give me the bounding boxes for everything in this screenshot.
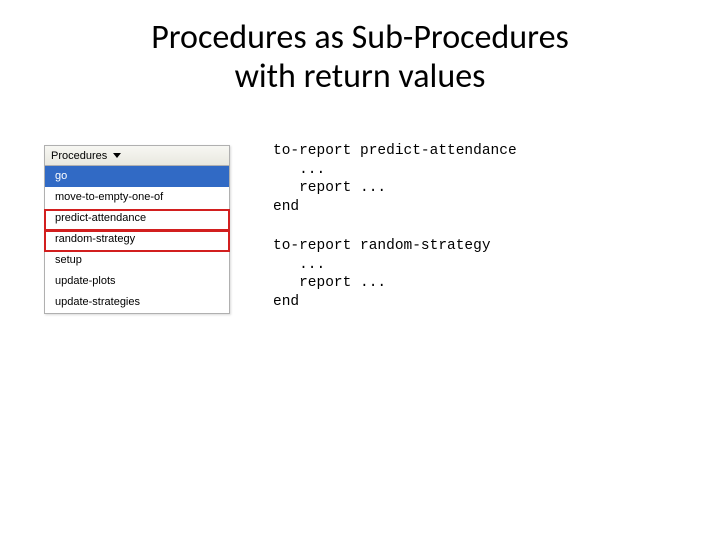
procedures-dropdown[interactable]: Procedures go move-to-empty-one-of predi… [44,145,230,314]
dropdown-item-predict-attendance[interactable]: predict-attendance [45,208,229,229]
dropdown-item-go[interactable]: go [45,166,229,187]
code-snippet-predict-attendance: to-report predict-attendance ... report … [273,142,517,216]
code-snippet-random-strategy: to-report random-strategy ... report ...… [273,237,491,311]
slide-content: Procedures go move-to-empty-one-of predi… [44,145,684,365]
title-line-1: Procedures as Sub-Procedures [151,17,569,58]
dropdown-item-random-strategy[interactable]: random-strategy [45,229,229,250]
dropdown-label: Procedures [51,150,107,162]
chevron-down-icon [113,153,121,158]
dropdown-item-update-strategies[interactable]: update-strategies [45,292,229,313]
title-line-2: with return values [235,56,486,97]
dropdown-item-setup[interactable]: setup [45,250,229,271]
dropdown-header[interactable]: Procedures [45,146,229,166]
dropdown-list: go move-to-empty-one-of predict-attendan… [45,166,229,313]
dropdown-item-move-to-empty[interactable]: move-to-empty-one-of [45,187,229,208]
slide-title: Procedures as Sub-Procedures with return… [0,18,720,96]
dropdown-item-update-plots[interactable]: update-plots [45,271,229,292]
